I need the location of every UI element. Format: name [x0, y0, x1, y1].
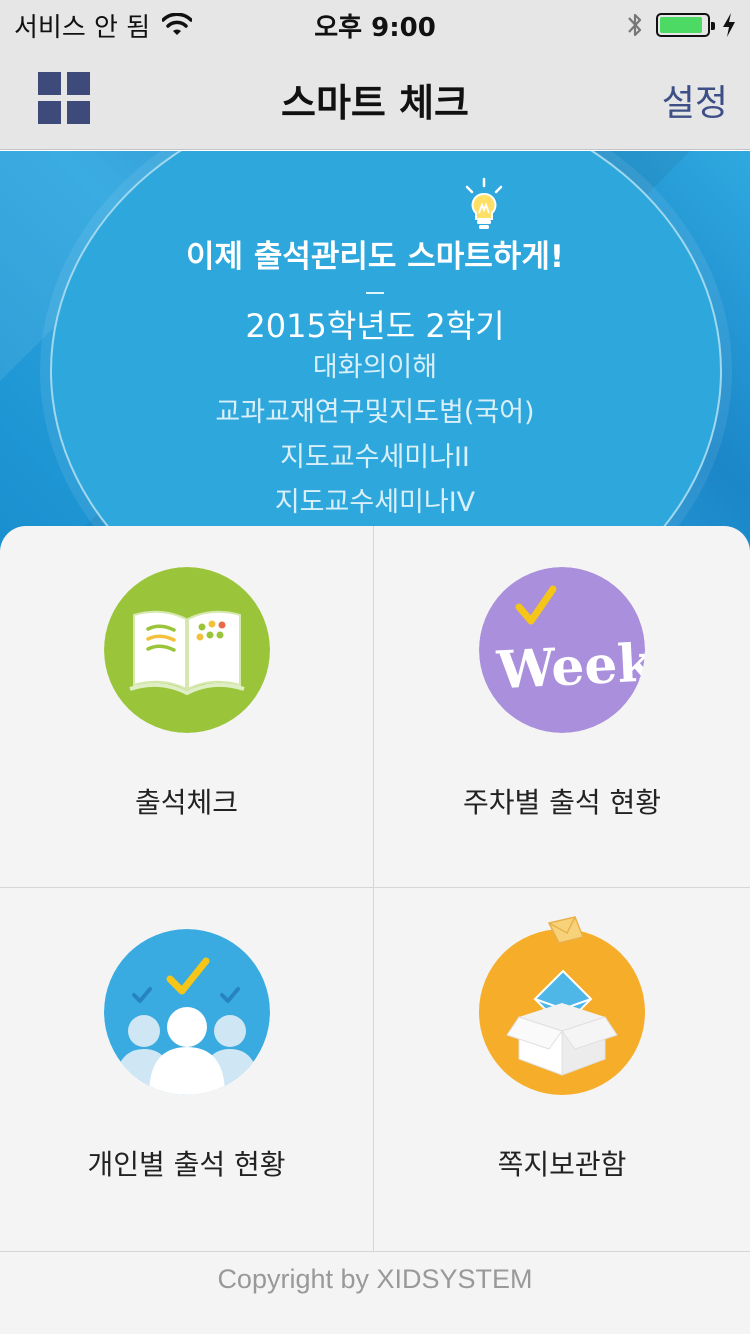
charging-icon [723, 13, 735, 37]
weekly-attendance-button[interactable]: Week 주차별 출석 현황 [374, 526, 750, 888]
course-list: 대화의이해 교과교재연구및지도법(국어) 지도교수세미나II 지도교수세미나IV [0, 345, 750, 525]
battery-cap [711, 22, 715, 30]
grid-cell [67, 72, 90, 95]
menu-label: 출석체크 [134, 786, 239, 819]
banner-headline: 이제 출석관리도 스마트하게! [186, 239, 564, 275]
status-bar: 서비스 안 됨 오후 9:00 [0, 0, 750, 50]
wifi-icon [162, 13, 193, 35]
menu-label: 개인별 출석 현황 [87, 1148, 286, 1181]
people-check-icon [103, 929, 270, 1095]
course-item[interactable]: 대화의이해 [0, 345, 750, 390]
grid-cell [38, 72, 61, 95]
course-item[interactable]: 교과교재연구및지도법(국어) [0, 390, 750, 435]
status-right [626, 10, 736, 40]
status-left: 서비스 안 됨 [14, 7, 193, 44]
battery-fill [660, 17, 703, 33]
grid-cell [38, 101, 61, 124]
attendance-check-button[interactable]: 출석체크 [0, 526, 374, 888]
course-item[interactable]: 지도교수세미나IV [0, 480, 750, 525]
semester-label: 2015학년도 2학기 [245, 307, 505, 345]
menu-label: 쪽지보관함 [497, 1148, 627, 1181]
week-icon-text: Week [495, 632, 645, 701]
menu-grid: 출석체크 Week 주차별 출석 현황 개인별 출석 현황 쪽지보관함 [0, 526, 750, 1251]
week-check-icon: Week [479, 567, 645, 733]
battery-icon [656, 13, 715, 37]
settings-button[interactable]: 설정 [662, 74, 728, 126]
lightbulb-icon [465, 177, 503, 229]
grid-menu-icon[interactable] [38, 72, 90, 124]
individual-attendance-button[interactable]: 개인별 출석 현황 [0, 888, 374, 1251]
grid-cell [67, 101, 90, 124]
bluetooth-icon [628, 13, 642, 37]
page-title: 스마트 체크 [280, 81, 470, 125]
open-book-icon [103, 567, 270, 733]
message-box-button[interactable]: 쪽지보관함 [374, 888, 750, 1251]
banner: 이제 출석관리도 스마트하게! 2015학년도 2학기 대화의이해 교과교재연구… [0, 151, 750, 551]
carrier-label: 서비스 안 됨 [14, 12, 151, 43]
banner-divider [366, 292, 384, 294]
menu-panel: 출석체크 Week 주차별 출석 현황 개인별 출석 현황 쪽지보관함 [0, 526, 750, 1251]
course-item[interactable]: 지도교수세미나II [0, 435, 750, 480]
nav-bar: 스마트 체크 설정 [0, 50, 750, 150]
footer-copyright: Copyright by XIDSYSTEM [0, 1251, 750, 1334]
menu-label: 주차별 출석 현황 [462, 786, 662, 819]
message-box-icon [479, 916, 645, 1095]
